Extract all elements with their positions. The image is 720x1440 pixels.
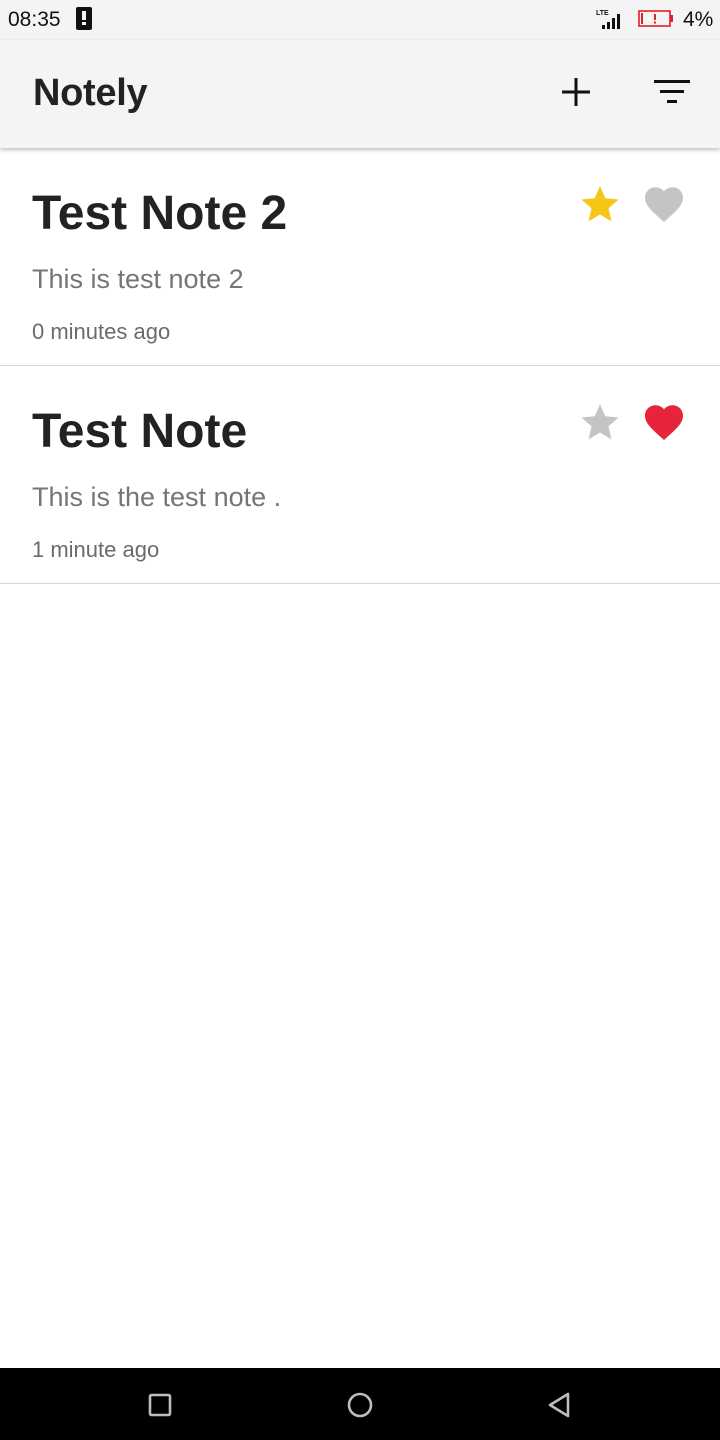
status-time: 08:35 xyxy=(8,8,61,31)
recents-button[interactable] xyxy=(143,1388,177,1422)
add-note-button[interactable] xyxy=(552,68,600,116)
note-timestamp: 1 minute ago xyxy=(32,537,160,562)
alert-icon xyxy=(76,7,92,30)
recents-icon xyxy=(148,1393,172,1417)
svg-text:LTE: LTE xyxy=(596,10,609,17)
battery-low-icon xyxy=(638,10,673,27)
star-icon xyxy=(581,404,619,440)
note-timestamp: 0 minutes ago xyxy=(32,319,171,344)
favorite-toggle-button[interactable] xyxy=(640,182,688,228)
notes-list: Test Note 2 This is test note 2 0 minute… xyxy=(0,148,720,584)
favorite-toggle-button[interactable] xyxy=(640,400,688,446)
app-bar: Notely xyxy=(0,40,720,148)
system-nav-bar xyxy=(0,1368,720,1440)
signal-icon: LTE xyxy=(596,10,620,29)
home-button[interactable] xyxy=(343,1388,377,1422)
note-list-item[interactable]: Test Note This is the test note . 1 minu… xyxy=(0,366,720,584)
filter-icon xyxy=(654,80,690,103)
note-body: This is test note 2 xyxy=(32,264,244,294)
heart-icon xyxy=(645,405,683,440)
star-toggle-button[interactable] xyxy=(576,182,624,228)
star-toggle-button[interactable] xyxy=(576,400,624,446)
status-bar: 08:35 LTE 4% xyxy=(0,0,720,40)
note-title: Test Note xyxy=(32,405,248,458)
home-icon xyxy=(347,1392,373,1418)
star-icon xyxy=(581,186,619,222)
note-body: This is the test note . xyxy=(32,482,282,512)
app-title: Notely xyxy=(33,72,148,114)
filter-button[interactable] xyxy=(648,68,696,116)
back-button[interactable] xyxy=(542,1388,576,1422)
note-title: Test Note 2 xyxy=(32,187,288,240)
note-list-item[interactable]: Test Note 2 This is test note 2 0 minute… xyxy=(0,148,720,366)
back-icon xyxy=(548,1392,570,1418)
heart-icon xyxy=(645,187,683,222)
add-icon xyxy=(562,78,590,106)
battery-percent: 4% xyxy=(683,8,714,31)
